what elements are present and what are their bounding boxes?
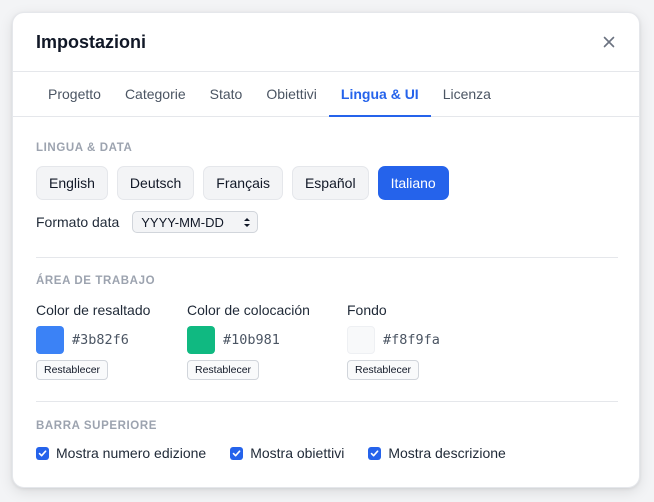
tab-categorie[interactable]: Categorie — [113, 72, 198, 117]
date-format-label: Formato data — [36, 214, 120, 230]
background-color-reset-button[interactable]: Restablecer — [347, 360, 420, 380]
tab-bar: Progetto Categorie Stato Obiettivi Lingu… — [13, 72, 639, 117]
tab-lingua-ui[interactable]: Lingua & UI — [328, 72, 431, 117]
placement-color-reset-button[interactable]: Restablecer — [187, 360, 260, 380]
show-description-label: Mostra descrizione — [388, 445, 506, 461]
language-buttons: English Deutsch Français Español Italian… — [36, 166, 618, 200]
language-button-deutsch[interactable]: Deutsch — [116, 166, 195, 200]
tab-licenza[interactable]: Licenza — [431, 72, 503, 117]
workspace-section-title: Área de trabajo — [36, 275, 156, 287]
show-edition-number-label: Mostra numero edizione — [56, 445, 207, 461]
show-edition-number-option[interactable]: Mostra numero edizione — [36, 445, 206, 461]
background-color-setting: Fondo #f8f9fa Restablecer — [347, 302, 498, 380]
show-description-checkbox[interactable] — [368, 446, 382, 460]
date-format-row: Formato data YYYY-MM-DD — [36, 211, 618, 233]
highlight-color-row: #3b82f6 — [36, 326, 187, 354]
placement-color-setting: Color de colocación #10b981 Restablecer — [187, 302, 347, 380]
background-color-swatch[interactable] — [347, 326, 375, 354]
language-button-italiano[interactable]: Italiano — [377, 166, 449, 200]
show-objectives-option[interactable]: Mostra obiettivi — [230, 445, 344, 461]
highlight-color-label: Color de resaltado — [36, 302, 151, 318]
show-objectives-label: Mostra obiettivi — [250, 445, 345, 461]
tab-stato[interactable]: Stato — [198, 72, 255, 117]
dialog-title: Impostazioni — [36, 31, 147, 52]
placement-color-row: #10b981 — [187, 326, 347, 354]
date-format-value: YYYY-MM-DD — [141, 214, 224, 230]
placement-color-swatch[interactable] — [187, 326, 215, 354]
dialog-header: Impostazioni — [13, 13, 639, 72]
close-button[interactable] — [599, 32, 619, 52]
language-button-francais[interactable]: Français — [203, 166, 283, 200]
select-arrows-icon — [244, 217, 251, 227]
show-objectives-checkbox[interactable] — [230, 446, 244, 460]
color-settings: Color de resaltado #3b82f6 Restablecer C… — [36, 302, 618, 380]
tab-obiettivi[interactable]: Obiettivi — [254, 72, 329, 117]
language-section-title: Lingua & Data — [36, 142, 133, 154]
background-color-row: #f8f9fa — [347, 326, 498, 354]
topbar-section: Barra superiore Mostra numero edizione M… — [36, 402, 618, 461]
show-edition-number-checkbox[interactable] — [36, 446, 49, 460]
checkmark-icon — [371, 449, 379, 456]
settings-dialog: Impostazioni Progetto Categorie Stato Ob… — [12, 12, 640, 488]
highlight-color-reset-button[interactable]: Restablecer — [36, 360, 109, 380]
workspace-section: Área de trabajo Color de resaltado #3b82… — [36, 258, 618, 402]
show-description-option[interactable]: Mostra descrizione — [368, 445, 506, 461]
background-color-label: Fondo — [347, 302, 387, 318]
highlight-color-hex: #3b82f6 — [72, 332, 129, 348]
highlight-color-setting: Color de resaltado #3b82f6 Restablecer — [36, 302, 187, 380]
topbar-section-title: Barra superiore — [36, 420, 158, 432]
topbar-options: Mostra numero edizione Mostra obiettivi … — [36, 445, 618, 461]
placement-color-label: Color de colocación — [187, 302, 310, 318]
language-button-espanol[interactable]: Español — [291, 166, 369, 200]
language-button-english[interactable]: English — [36, 166, 108, 200]
background-color-hex: #f8f9fa — [383, 332, 440, 348]
language-section: Lingua & Data English Deutsch Français E… — [36, 117, 618, 258]
date-format-select[interactable]: YYYY-MM-DD — [132, 211, 259, 233]
placement-color-hex: #10b981 — [223, 332, 280, 348]
tab-progetto[interactable]: Progetto — [36, 72, 113, 117]
close-icon — [603, 36, 615, 48]
checkmark-icon — [232, 449, 241, 456]
checkmark-icon — [38, 449, 47, 456]
highlight-color-swatch[interactable] — [36, 326, 64, 354]
